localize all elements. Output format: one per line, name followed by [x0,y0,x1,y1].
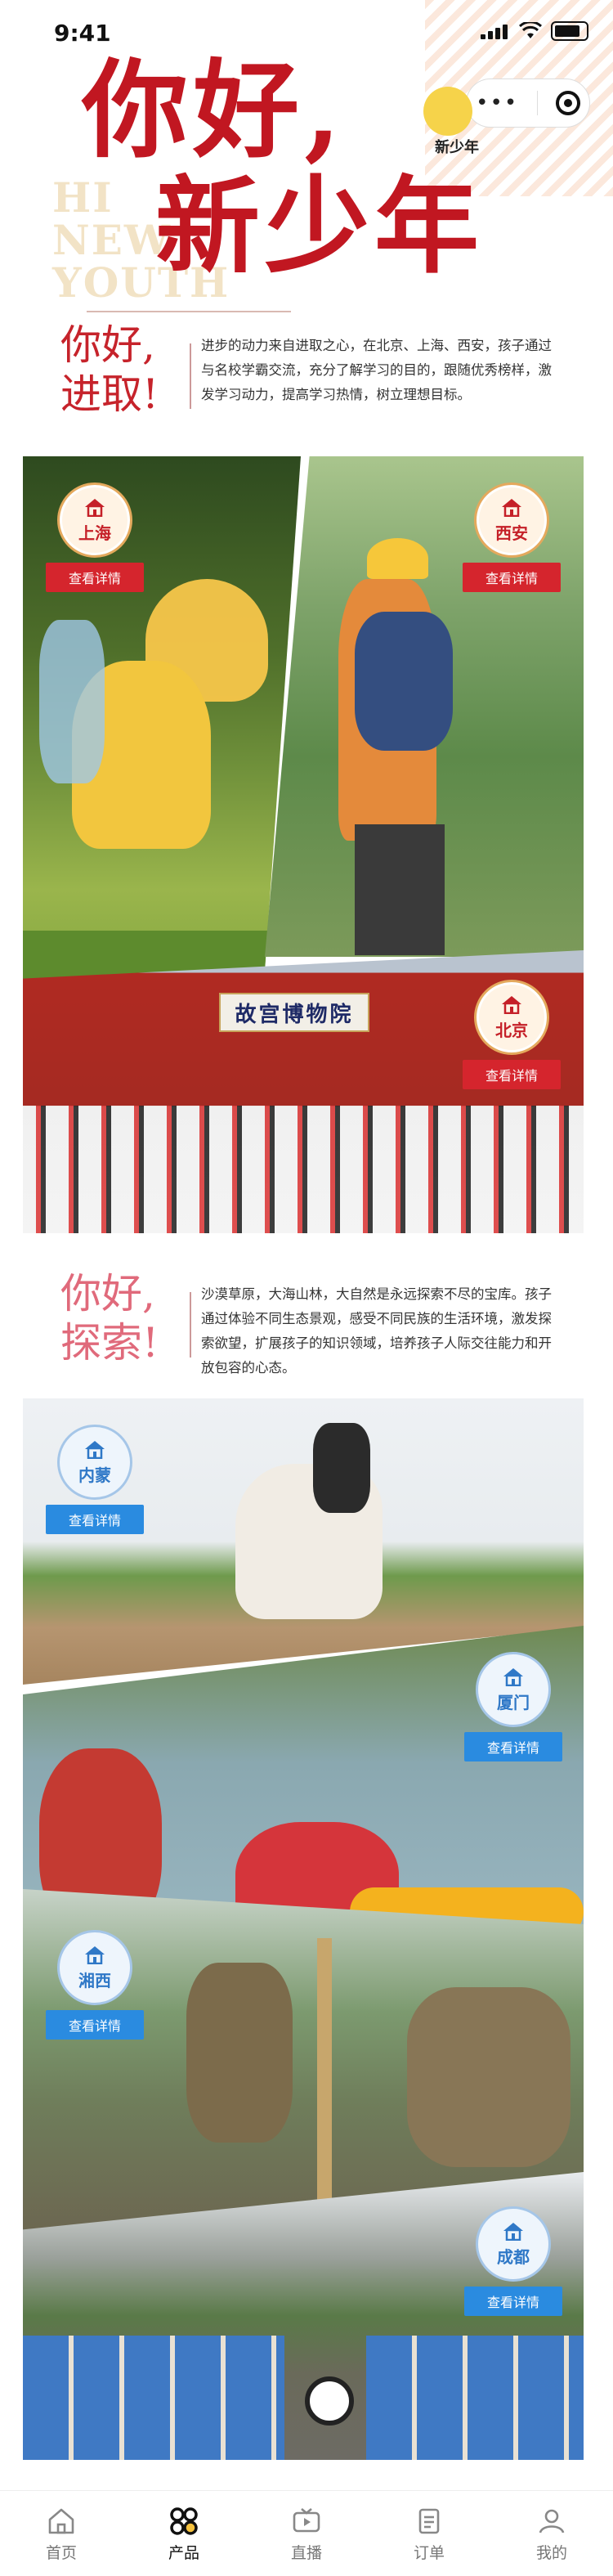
tab-label: 直播 [290,2543,322,2562]
house-icon [85,1440,105,1459]
section2-heading-line2: 探索! [60,1319,159,1367]
city-name: 湘西 [78,1970,111,1990]
tab-label: 我的 [535,2543,567,2562]
view-details-button[interactable]: 查看详情 [464,1732,562,1761]
destination-xiamen[interactable]: 厦门 查看详情 [464,1652,562,1761]
tab-mine[interactable]: 我的 [490,2491,613,2576]
view-details-button[interactable]: 查看详情 [464,2287,562,2316]
more-icon[interactable]: ••• [476,91,518,115]
view-details-button[interactable]: 查看详情 [463,563,561,592]
status-icons [481,21,588,41]
destination-chengdu[interactable]: 成都 查看详情 [464,2206,562,2316]
divider [87,311,291,312]
close-target-icon[interactable] [555,91,580,115]
section2-heading: 你好, 探索! [60,1269,159,1367]
city-name: 厦门 [497,1692,530,1712]
badge: 厦门 [476,1652,551,1727]
product-grid-icon [170,2506,198,2535]
tab-home[interactable]: 首页 [0,2491,123,2576]
profile-icon [539,2509,565,2533]
view-details-button[interactable]: 查看详情 [46,2010,144,2040]
destination-shanghai[interactable]: 上海 查看详情 [46,482,144,592]
city-name: 成都 [497,2246,530,2267]
status-time: 9:41 [54,20,111,47]
destination-xiangxi[interactable]: 湘西 查看详情 [46,1930,144,2040]
city-name: 上海 [78,523,111,543]
badge: 西安 [474,482,549,558]
view-details-button[interactable]: 查看详情 [463,1060,561,1089]
signal-icon [481,23,510,39]
tab-orders[interactable]: 订单 [368,2491,490,2576]
tab-label: 订单 [413,2543,445,2562]
view-details-button[interactable]: 查看详情 [46,1505,144,1534]
tab-label: 产品 [168,2543,199,2562]
miniprogram-capsule[interactable]: ••• [466,79,590,128]
tab-product[interactable]: 产品 [123,2491,245,2576]
city-name: 北京 [495,1020,528,1040]
hero-title-line2: 新少年 [155,165,485,288]
house-icon [503,2222,523,2241]
house-icon [85,1945,105,1964]
badge: 北京 [474,980,549,1055]
live-tv-icon [293,2507,320,2532]
tab-live[interactable]: 直播 [245,2491,368,2576]
destination-beijing[interactable]: 北京 查看详情 [463,980,561,1089]
divider [190,343,191,409]
badge: 内蒙 [57,1425,132,1500]
house-icon [502,995,521,1014]
section1-heading: 你好, 进取! [60,321,159,419]
destination-neimeng[interactable]: 内蒙 查看详情 [46,1425,144,1534]
destination-xian[interactable]: 西安 查看详情 [463,482,561,592]
house-icon [502,498,521,517]
section1-heading-line1: 你好, [60,321,155,369]
home-icon [48,2508,74,2533]
tab-label: 首页 [45,2543,77,2562]
badge: 湘西 [57,1930,132,2005]
badge: 成都 [476,2206,551,2282]
section2-text: 沙漠草原，大海山林，大自然是永远探索不尽的宝库。孩子通过体验不同生态景观，感受不… [201,1286,552,1376]
section1-text: 进步的动力来自进取之心，在北京、上海、西安，孩子通过与名校学霸交流，充分了解学习… [201,338,552,402]
brand-logo-text: 新少年 [435,139,479,156]
battery-icon [551,21,588,41]
wifi-icon [518,22,543,38]
city-name: 西安 [495,523,528,543]
house-icon [503,1667,523,1686]
bottom-tab-bar: 首页 产品 直播 订单 我的 [0,2490,613,2576]
section1-heading-line2: 进取! [60,370,159,418]
view-details-button[interactable]: 查看详情 [46,563,144,592]
section2-heading-line1: 你好, [60,1270,155,1317]
badge: 上海 [57,482,132,558]
divider [190,1292,191,1358]
order-icon [418,2508,440,2533]
brand-logo: 新少年 [423,87,481,160]
house-icon [85,498,105,517]
city-name: 内蒙 [78,1465,111,1485]
hero-title-line1: 你好, [82,47,347,173]
